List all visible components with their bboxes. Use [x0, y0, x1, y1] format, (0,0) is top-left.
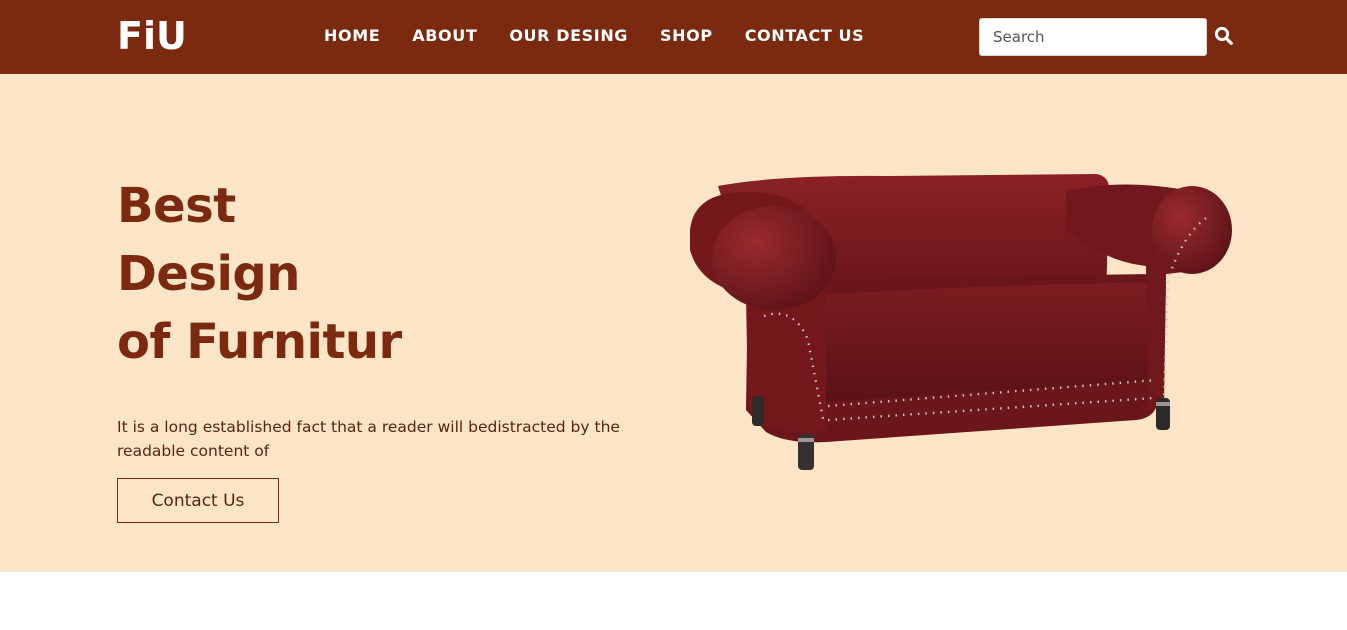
sofa-image — [690, 174, 1232, 470]
nav-about[interactable]: ABOUT — [412, 24, 477, 48]
top-navbar: FiU HOME ABOUT OUR DESING SHOP CONTACT U… — [0, 0, 1347, 74]
page-below-hero — [0, 571, 1347, 630]
nav-our-design[interactable]: OUR DESING — [509, 24, 628, 48]
search-icon — [1214, 26, 1233, 45]
hero-title-line: Best — [117, 178, 236, 234]
hero-title: Best Design of Furnitur — [117, 172, 677, 376]
nav-shop[interactable]: SHOP — [660, 24, 713, 48]
contact-us-button[interactable]: Contact Us — [117, 478, 279, 523]
search-button[interactable] — [1214, 26, 1234, 46]
nav-contact-us[interactable]: CONTACT US — [745, 24, 865, 48]
hero-section: Best Design of Furnitur It is a long est… — [0, 74, 1347, 571]
main-nav: HOME ABOUT OUR DESING SHOP CONTACT US — [324, 24, 896, 48]
nav-home[interactable]: HOME — [324, 24, 380, 48]
site-logo[interactable]: FiU — [117, 14, 187, 58]
search-input[interactable] — [979, 18, 1207, 56]
hero-description: It is a long established fact that a rea… — [117, 418, 620, 460]
hero-title-line: of Furnitur — [117, 314, 402, 370]
hero-title-line: Design — [117, 246, 300, 302]
